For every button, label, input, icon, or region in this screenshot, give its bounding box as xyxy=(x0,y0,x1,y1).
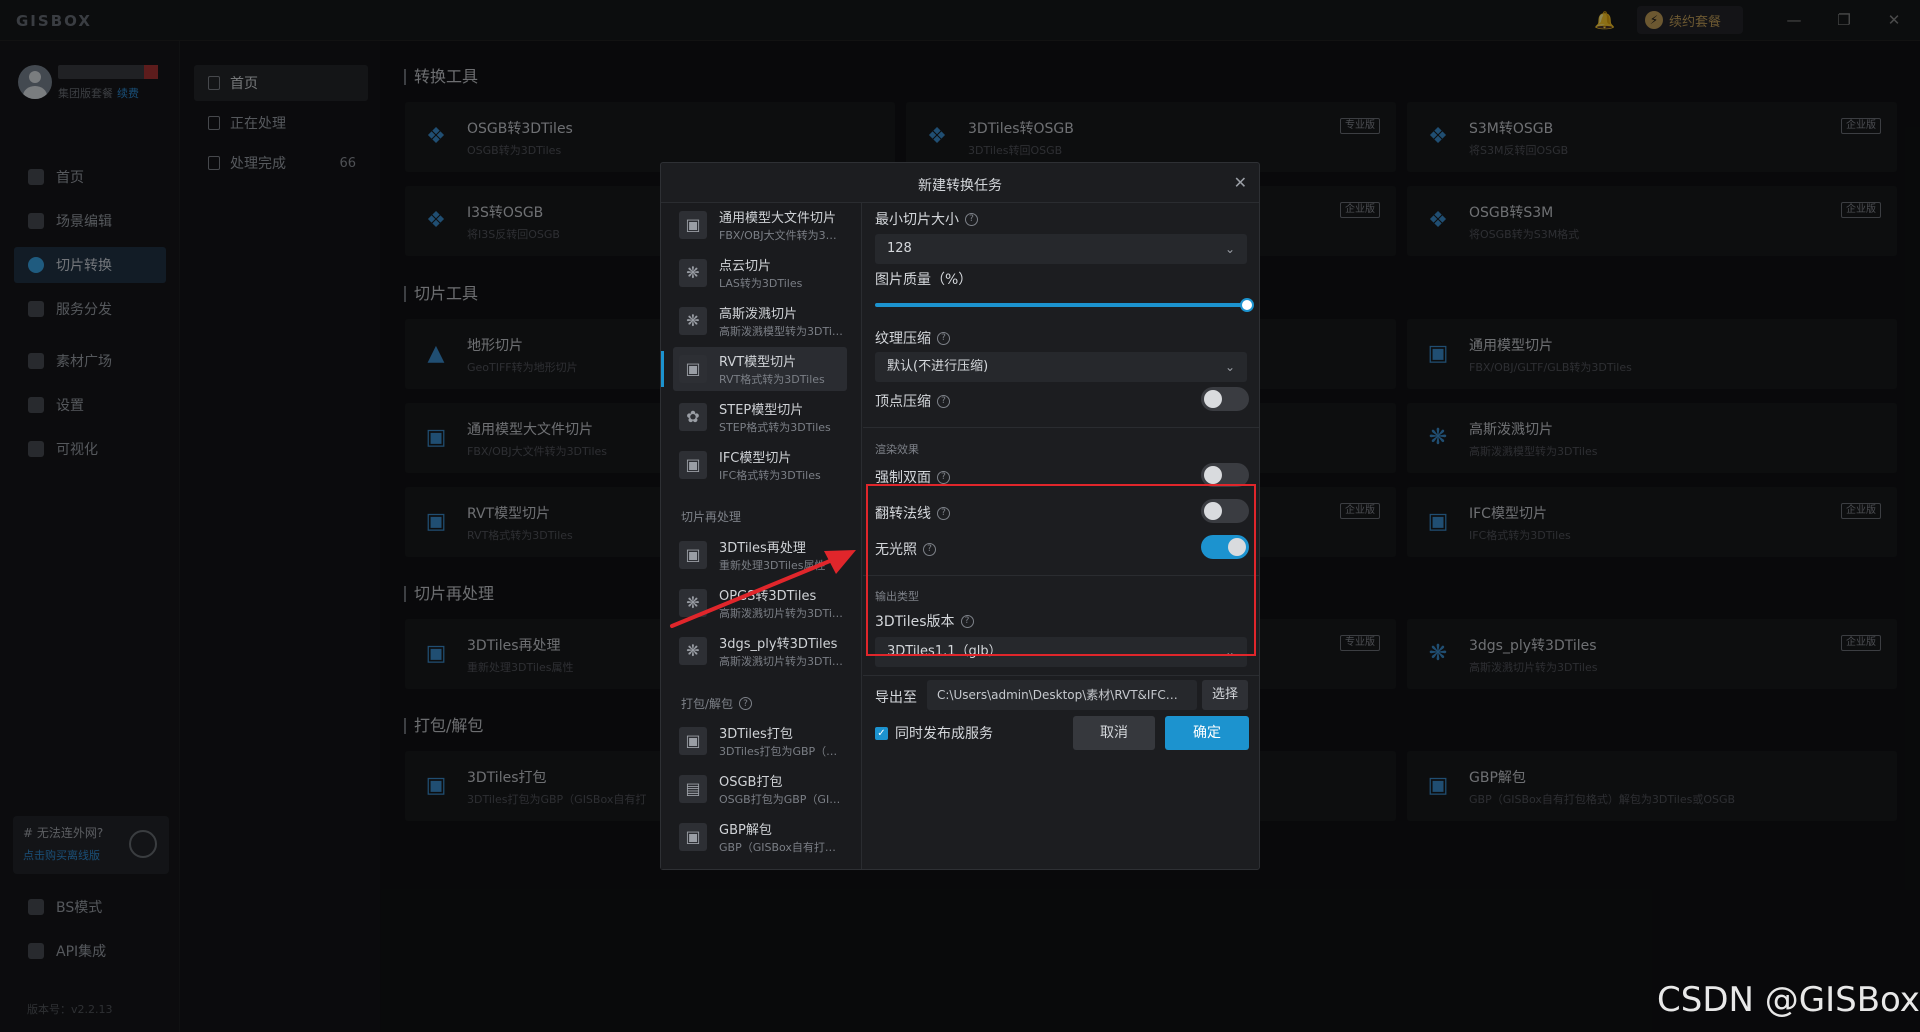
item-title: OSGB打包 xyxy=(719,775,783,790)
cube-icon: ▣ xyxy=(679,541,707,569)
list-item[interactable]: ❋ 点云切片 LAS转为3DTiles xyxy=(673,251,847,295)
divider xyxy=(863,675,1259,676)
help-icon[interactable]: ? xyxy=(965,212,978,226)
cancel-button[interactable]: 取消 xyxy=(1073,716,1155,750)
item-desc: 3DTiles打包为GBP（GISBox自有打包格式） xyxy=(719,745,843,758)
group-label: 打包/解包 xyxy=(681,697,734,711)
item-title: OPGS转3DTiles xyxy=(719,589,817,604)
list-item[interactable]: ❋ 3dgs_ply转3DTiles 高斯泼溅切片转为3DTiles xyxy=(673,629,847,673)
field-label: 最小切片大小 xyxy=(875,212,959,228)
list-item[interactable]: ▣ 通用模型大文件切片 FBX/OBJ大文件转为3DTiles xyxy=(673,203,847,247)
item-desc: 高斯泼溅模型转为3DTiles xyxy=(719,325,843,338)
item-desc: STEP格式转为3DTiles xyxy=(719,421,831,434)
item-desc: FBX/OBJ大文件转为3DTiles xyxy=(719,229,843,242)
item-title: RVT模型切片 xyxy=(719,355,797,370)
item-desc: GBP（GISBox自有打包格式） xyxy=(719,841,843,854)
texture-select[interactable]: 默认(不进行压缩) ⌄ xyxy=(875,352,1247,382)
publish-checkbox[interactable]: ✓ xyxy=(875,727,888,740)
item-title: 点云切片 xyxy=(719,259,772,274)
field-label: 顶点压缩 xyxy=(875,394,931,410)
highlight-box xyxy=(866,484,1256,656)
min-tile-select[interactable]: 128 ⌄ xyxy=(875,234,1247,264)
task-type-list: ▣ 通用模型大文件切片 FBX/OBJ大文件转为3DTiles ❋ 点云切片 LAS转为… xyxy=(661,203,862,869)
item-desc: 高斯泼溅切片转为3DTiles xyxy=(719,607,843,620)
divider xyxy=(863,427,1259,428)
select-value: 128 xyxy=(887,241,912,256)
item-title: 3DTiles再处理 xyxy=(719,541,806,556)
export-label: 导出至 xyxy=(875,690,917,706)
cube-icon: ▣ xyxy=(679,451,707,479)
dialog-header: 新建转换任务 ✕ xyxy=(661,163,1259,203)
confirm-button[interactable]: 确定 xyxy=(1165,716,1249,750)
group-title: 切片再处理 xyxy=(681,510,742,524)
texture-label: 纹理压缩? xyxy=(875,328,950,348)
list-item[interactable]: ✿ STEP模型切片 STEP格式转为3DTiles xyxy=(673,395,847,439)
item-desc: OSGB打包为GBP（GISBox自有打包格式） xyxy=(719,793,843,806)
gaussian-icon: ❋ xyxy=(679,637,707,665)
close-icon[interactable]: ✕ xyxy=(1234,173,1247,192)
chevron-down-icon: ⌄ xyxy=(1224,360,1235,374)
list-item[interactable]: ❋ OPGS转3DTiles 高斯泼溅切片转为3DTiles xyxy=(673,581,847,625)
app-window: GISBOX 🔔 ⚡ 续约套餐 — ❐ ✕ 集团版套餐 续费 首页 场景编辑 切片… xyxy=(0,0,1920,1032)
item-title: IFC模型切片 xyxy=(719,451,792,466)
pointcloud-icon: ❋ xyxy=(679,259,707,287)
choose-folder-button[interactable]: 选择 xyxy=(1202,680,1248,710)
dialog-title: 新建转换任务 xyxy=(918,178,1002,194)
item-desc: 高斯泼溅切片转为3DTiles xyxy=(719,655,843,668)
chevron-down-icon: ⌄ xyxy=(1224,242,1235,256)
list-item-selected[interactable]: ▣ RVT模型切片 RVT格式转为3DTiles xyxy=(661,347,847,391)
package-icon: ▣ xyxy=(679,727,707,755)
toggle-knob xyxy=(1204,390,1222,408)
gaussian-icon: ❋ xyxy=(679,589,707,617)
cube-icon: ▣ xyxy=(679,211,707,239)
export-path-input[interactable]: C:\Users\admin\Desktop\素材\RVT&IFC模型 xyxy=(927,680,1197,710)
cube-icon: ▣ xyxy=(679,355,707,383)
list-item[interactable]: ▤ OSGB打包 OSGB打包为GBP（GISBox自有打包格式） xyxy=(673,767,847,811)
list-item[interactable]: ▣ 3DTiles打包 3DTiles打包为GBP（GISBox自有打包格式） xyxy=(673,719,847,763)
list-item[interactable]: ▣ GBP解包 GBP（GISBox自有打包格式） xyxy=(673,815,847,859)
group-title: 打包/解包? xyxy=(681,695,753,712)
unpack-icon: ▣ xyxy=(679,823,707,851)
item-desc: LAS转为3DTiles xyxy=(719,277,803,290)
help-icon[interactable]: ? xyxy=(937,394,950,408)
toggle-knob xyxy=(1204,466,1222,484)
item-title: 通用模型大文件切片 xyxy=(719,211,837,226)
item-title: STEP模型切片 xyxy=(719,403,804,418)
item-desc: RVT格式转为3DTiles xyxy=(719,373,825,386)
item-title: 高斯泼溅切片 xyxy=(719,307,798,322)
item-desc: 重新处理3DTiles属性 xyxy=(719,559,826,572)
vertex-toggle[interactable] xyxy=(1201,387,1249,411)
field-label: 纹理压缩 xyxy=(875,331,931,347)
list-item[interactable]: ▣ IFC模型切片 IFC格式转为3DTiles xyxy=(673,443,847,487)
item-title: 3dgs_ply转3DTiles xyxy=(719,637,838,652)
publish-label: 同时发布成服务 xyxy=(895,726,993,742)
list-item[interactable]: ❋ 高斯泼溅切片高斯泼溅模型转为3DTiles xyxy=(673,299,847,343)
quality-label: 图片质量（%） xyxy=(875,269,972,289)
package-icon: ▤ xyxy=(679,775,707,803)
help-icon[interactable]: ? xyxy=(739,697,753,710)
quality-slider-track[interactable] xyxy=(875,303,1247,307)
vertex-label: 顶点压缩? xyxy=(875,391,950,411)
help-icon[interactable]: ? xyxy=(937,331,950,345)
field-label: 图片质量（%） xyxy=(875,272,973,288)
item-title: GBP解包 xyxy=(719,823,772,838)
item-desc: IFC格式转为3DTiles xyxy=(719,469,821,482)
list-item[interactable]: ▣ 3DTiles再处理重新处理3DTiles属性 xyxy=(673,533,847,577)
step-icon: ✿ xyxy=(679,403,707,431)
min-tile-label: 最小切片大小? xyxy=(875,209,978,229)
item-title: 3DTiles打包 xyxy=(719,727,793,742)
watermark: CSDN @GISBox xyxy=(1657,980,1920,1020)
gaussian-icon: ❋ xyxy=(679,307,707,335)
select-value: 默认(不进行压缩) xyxy=(887,359,989,374)
render-group-title: 渲染效果 xyxy=(875,443,919,456)
help-icon[interactable]: ? xyxy=(937,470,950,484)
quality-slider-thumb[interactable] xyxy=(1240,298,1254,312)
